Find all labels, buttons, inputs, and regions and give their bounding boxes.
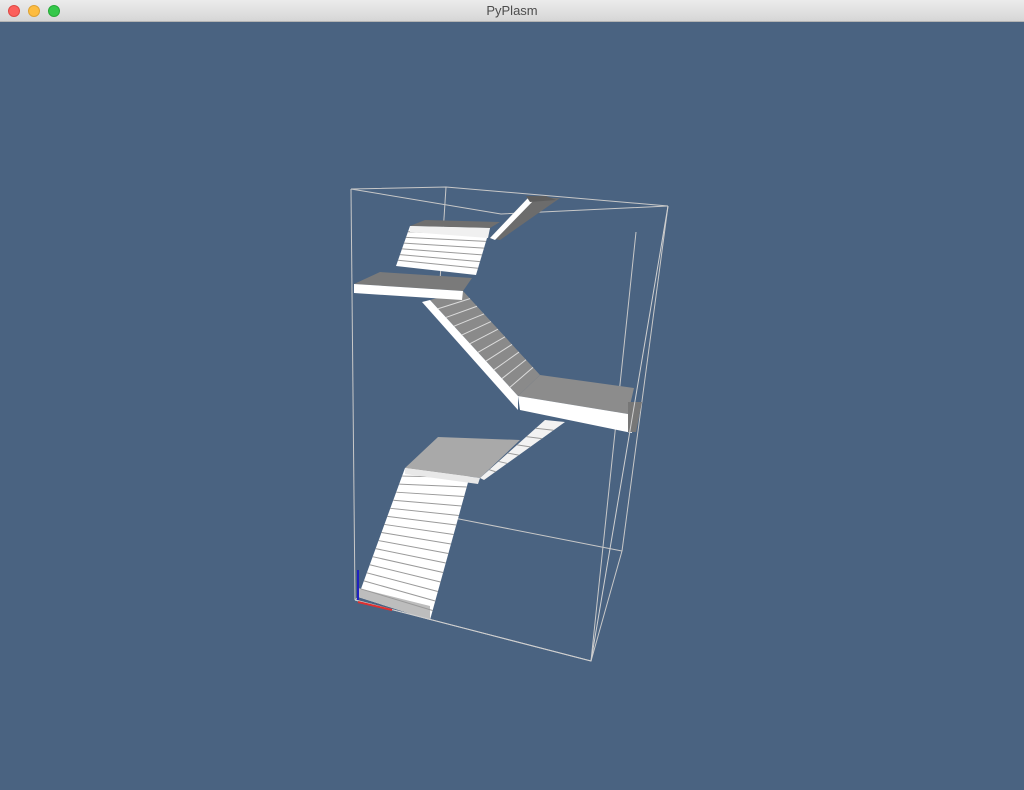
top-flight	[490, 196, 560, 240]
title-bar[interactable]: PyPlasm	[0, 0, 1024, 22]
app-window: PyPlasm	[0, 0, 1024, 790]
middle-landing	[518, 375, 642, 433]
3d-viewport[interactable]	[0, 22, 1024, 790]
lower-flight	[358, 468, 472, 620]
window-title: PyPlasm	[486, 3, 538, 18]
upper-landing	[354, 272, 472, 300]
scene-canvas[interactable]	[0, 22, 1024, 790]
